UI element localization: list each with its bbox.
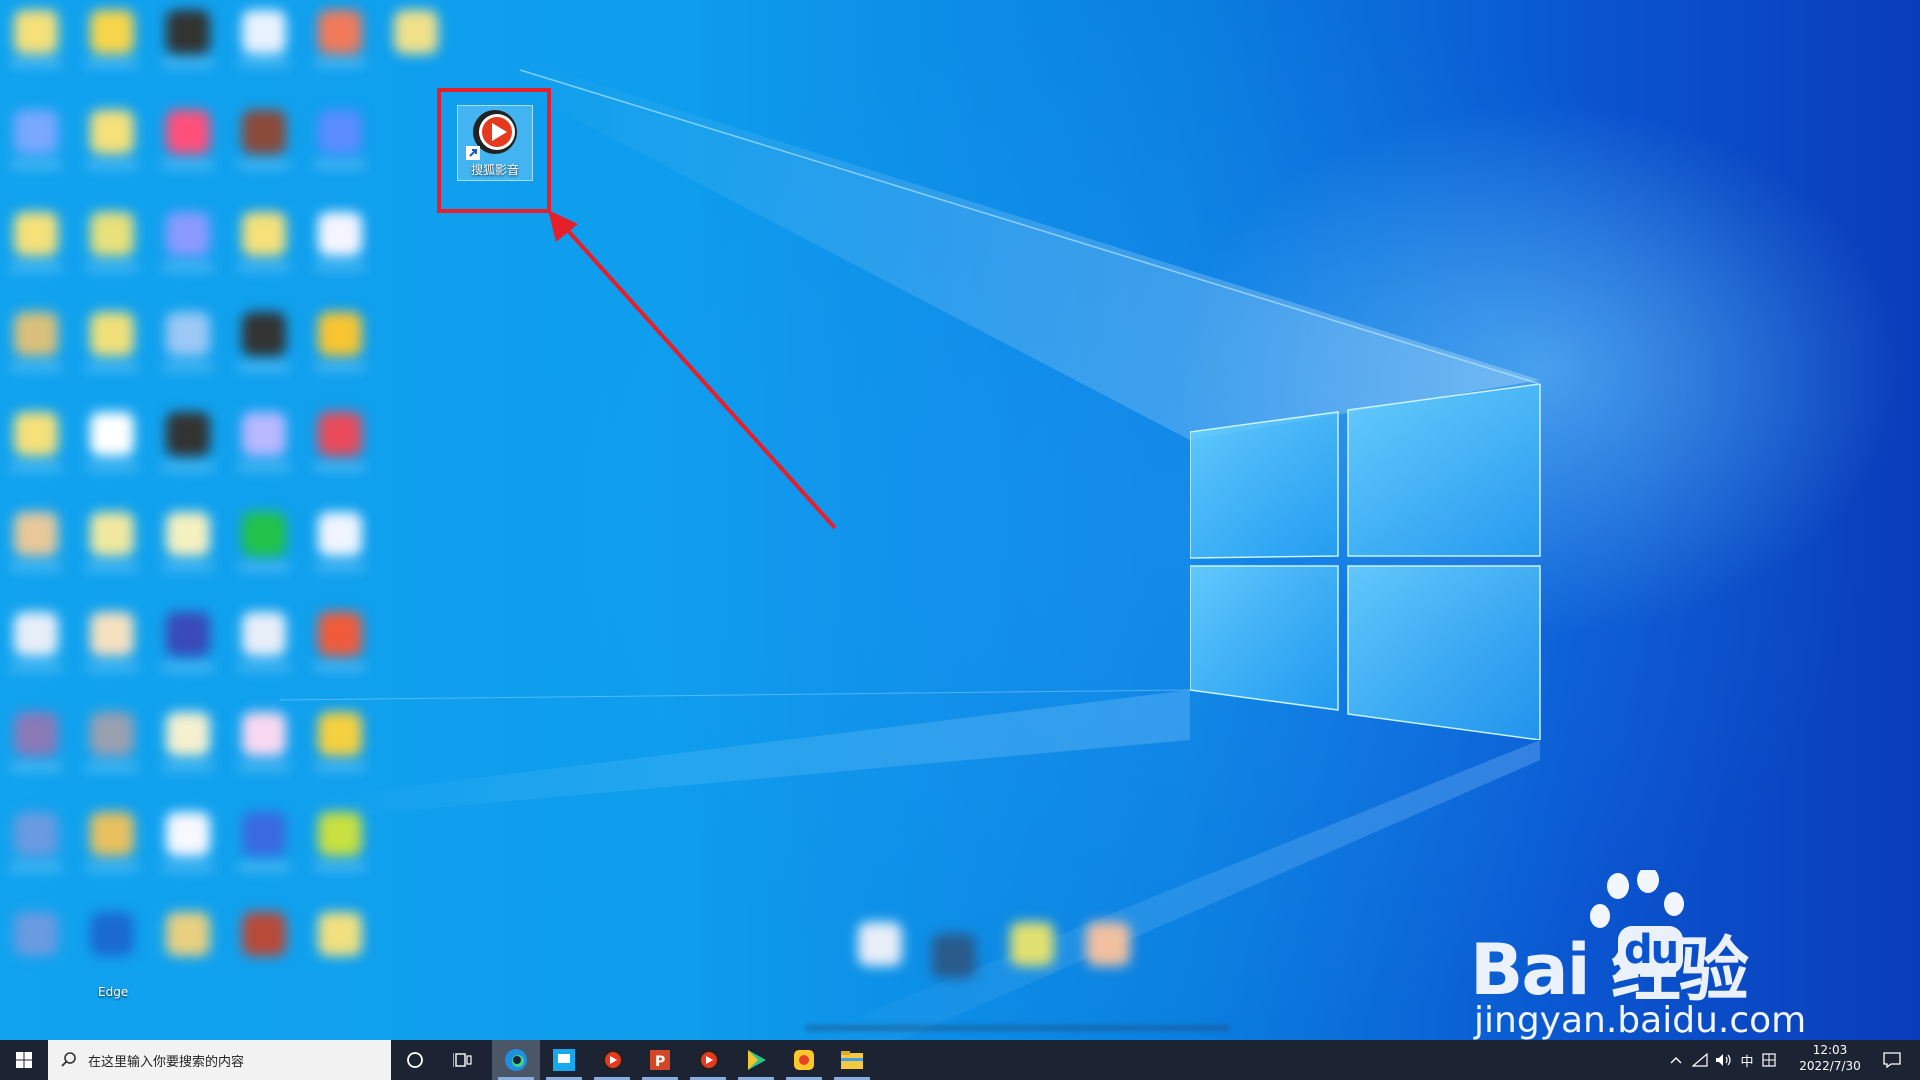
blurred-desktop-icons [0, 0, 438, 995]
windows-start-icon [16, 1052, 32, 1068]
volume-button[interactable] [1712, 1040, 1736, 1080]
search-icon [61, 1052, 76, 1067]
chevron-up-icon [1670, 1057, 1682, 1064]
notification-icon [1883, 1052, 1901, 1068]
red-pointer-arrow [548, 210, 837, 530]
task-view-icon [453, 1053, 472, 1067]
taskbar-app-edge[interactable] [492, 1040, 540, 1080]
taskbar-app-yellow[interactable] [780, 1040, 828, 1080]
network-icon [1692, 1053, 1708, 1067]
taskbar-app-powerpoint[interactable]: P [636, 1040, 684, 1080]
network-button[interactable] [1688, 1040, 1712, 1080]
blurred-bottom-icons [840, 912, 1140, 1002]
input-grid-icon [1762, 1053, 1776, 1067]
task-view-button[interactable] [439, 1040, 487, 1080]
taskbar-app-sohu-video[interactable] [588, 1040, 636, 1080]
sohu-video-icon [601, 1049, 623, 1071]
watermark-brand-text: Bai 经验 [1470, 929, 1749, 1011]
windows-logo [1190, 384, 1541, 740]
file-explorer-icon [841, 1051, 863, 1069]
highlight-box [437, 88, 551, 213]
watermark-du: du [1618, 926, 1684, 974]
taskbar-app-file-explorer[interactable] [828, 1040, 876, 1080]
taskbar: 在这里输入你要搜索的内容 P 中 12:03 2022/7/30 [0, 1040, 1920, 1080]
edge-icon [505, 1049, 527, 1071]
yellow-app-icon [794, 1050, 814, 1070]
edge-desktop-label[interactable]: Edge [98, 985, 128, 999]
clock-date: 2022/7/30 [1799, 1059, 1861, 1073]
player-icon [748, 1050, 766, 1070]
start-button[interactable] [0, 1040, 48, 1080]
taskbar-search-box[interactable]: 在这里输入你要搜索的内容 [48, 1040, 391, 1080]
speaker-icon [1716, 1054, 1731, 1066]
sohu-video-icon [697, 1049, 719, 1071]
ime-layout-button[interactable] [1758, 1040, 1780, 1080]
clock-time: 12:03 [1812, 1043, 1848, 1057]
baidu-jingyan-watermark: Bai 经验 du jingyan.baidu.com [1470, 870, 1830, 1040]
app-blue-icon [553, 1049, 575, 1071]
search-placeholder: 在这里输入你要搜索的内容 [88, 1054, 245, 1070]
taskbar-app-blue[interactable] [540, 1040, 588, 1080]
tray-overflow-button[interactable] [1664, 1040, 1688, 1080]
powerpoint-icon: P [650, 1050, 670, 1070]
taskbar-app-sohu-video-2[interactable] [684, 1040, 732, 1080]
taskbar-app-player[interactable] [732, 1040, 780, 1080]
system-clock[interactable]: 12:03 2022/7/30 [1780, 1040, 1880, 1080]
svg-text:P: P [655, 1054, 665, 1070]
cortana-circle-icon [407, 1052, 423, 1068]
watermark-url: jingyan.baidu.com [1474, 1000, 1807, 1040]
cortana-button[interactable] [391, 1040, 439, 1080]
ime-mode-button[interactable]: 中 [1736, 1040, 1758, 1080]
desktop[interactable]: Edge 搜狐影音 Bai 经验 du jingyan.baidu.com [0, 0, 1920, 1040]
action-center-button[interactable] [1872, 1040, 1912, 1080]
blurred-scrollbar [805, 1025, 1230, 1031]
